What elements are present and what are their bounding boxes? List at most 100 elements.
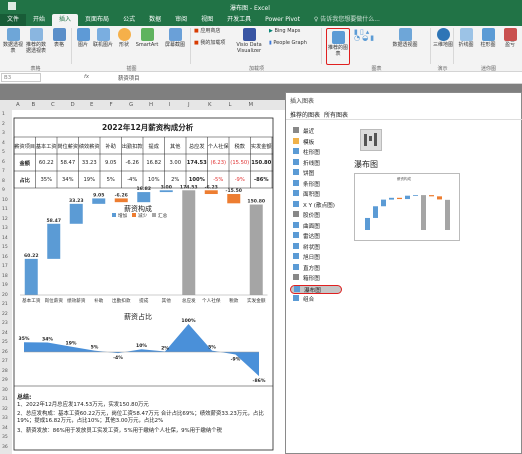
row-header[interactable]: 23 [2, 321, 8, 326]
screenshot-button[interactable]: 屏幕截图 [162, 28, 188, 48]
column-header-K[interactable]: K [208, 102, 212, 108]
tab-review[interactable]: 审阅 [168, 14, 194, 26]
bing-maps-button[interactable]: ▶ Bing Maps [269, 28, 321, 34]
tab-insert[interactable]: 插入 [52, 14, 79, 26]
chart-type-3[interactable]: 折线图 [290, 158, 342, 168]
fx-icon[interactable]: fx [84, 74, 89, 80]
pivot-chart-button[interactable]: 数据透视图 [391, 28, 419, 48]
visio-button[interactable]: Visio Data Visualizer [232, 28, 266, 54]
chart-type-13[interactable]: 直方图 [290, 263, 342, 273]
chart-type-8[interactable]: 股价图 [290, 211, 342, 220]
row-header[interactable]: 19 [2, 283, 8, 288]
row-header[interactable]: 1 [2, 112, 5, 117]
my-addins-button[interactable]: ■ 我的加载项 [194, 40, 232, 46]
chart-type-5[interactable]: 条形图 [290, 179, 342, 189]
chart-type-1[interactable]: 模板 [290, 137, 342, 147]
row-header[interactable]: 10 [2, 198, 8, 203]
row-header[interactable]: 29 [2, 378, 8, 383]
chart-type-6[interactable]: 面积图 [290, 190, 342, 199]
row-header[interactable]: 27 [2, 359, 8, 364]
column-header-M[interactable]: M [249, 102, 254, 108]
row-header[interactable]: 9 [2, 188, 5, 193]
sparkline-line-button[interactable]: 折线图 [456, 28, 476, 48]
sparkline-column-button[interactable]: 柱形图 [478, 28, 498, 48]
chart-type-12[interactable]: 旭日图 [290, 253, 342, 262]
online-pictures-button[interactable]: 联机图片 [92, 28, 114, 48]
tab-home[interactable]: 开始 [26, 14, 52, 26]
row-header[interactable]: 5 [2, 150, 5, 155]
people-graph-button[interactable]: ▮ People Graph [269, 40, 321, 46]
chart-type-2[interactable]: 柱形图 [290, 148, 342, 157]
row-header[interactable]: 8 [2, 179, 5, 184]
row-header[interactable]: 14 [2, 236, 8, 241]
save-icon[interactable] [8, 2, 16, 10]
row-header[interactable]: 31 [2, 397, 8, 402]
row-header[interactable]: 20 [2, 293, 8, 298]
column-header-J[interactable]: J [188, 102, 190, 108]
row-header[interactable]: 33 [2, 416, 8, 421]
column-header-D[interactable]: D [71, 102, 75, 108]
tab-view[interactable]: 视图 [194, 14, 220, 26]
3d-map-button[interactable]: 三维地图 [433, 28, 453, 48]
chart-type-10[interactable]: 雷达图 [290, 232, 342, 241]
pivot-table-button[interactable]: 数据透视表 [3, 28, 23, 54]
row-header[interactable]: 30 [2, 388, 8, 393]
row-header[interactable]: 6 [2, 160, 5, 165]
chart-type-11[interactable]: 树状图 [290, 242, 342, 252]
row-header[interactable]: 17 [2, 264, 8, 269]
row-header[interactable]: 36 [2, 445, 8, 450]
column-header-I[interactable]: I [169, 102, 171, 108]
row-header[interactable]: 16 [2, 255, 8, 260]
column-header-L[interactable]: L [229, 102, 232, 108]
row-header[interactable]: 15 [2, 245, 8, 250]
chart-type-0[interactable]: 最近 [290, 127, 342, 136]
row-header[interactable]: 21 [2, 302, 8, 307]
row-header[interactable]: 13 [2, 226, 8, 231]
chart-type-15[interactable]: 瀑布图 [290, 284, 342, 294]
row-header[interactable]: 26 [2, 350, 8, 355]
column-header-C[interactable]: C [51, 102, 55, 108]
row-header[interactable]: 22 [2, 312, 8, 317]
row-header[interactable]: 11 [2, 207, 8, 212]
column-header-F[interactable]: F [110, 102, 113, 108]
chart-type-9[interactable]: 曲面图 [290, 221, 342, 231]
row-header[interactable]: 24 [2, 331, 8, 336]
column-header-A[interactable]: A [16, 102, 20, 108]
chart-preview-thumbnail[interactable]: 薪资构成 [354, 173, 460, 241]
pictures-button[interactable]: 图片 [75, 28, 91, 48]
formula-input[interactable]: 薪资项目 [118, 74, 140, 82]
row-header[interactable]: 4 [2, 141, 5, 146]
worksheet[interactable]: 60.22 基本工资 58.47 岗位薪资 33.23 绩效薪资 9.05 补助 -6.26 出勤… [12, 110, 287, 454]
tab-file[interactable]: 文件 [0, 14, 27, 26]
tab-power-pivot[interactable]: Power Pivot [258, 14, 307, 26]
chart-type-4[interactable]: 饼图 [290, 169, 342, 178]
row-header[interactable]: 34 [2, 426, 8, 431]
row-header[interactable]: 12 [2, 217, 8, 222]
name-box[interactable]: B3 [1, 73, 41, 82]
column-header-B[interactable]: B [32, 102, 36, 108]
row-header[interactable]: 32 [2, 407, 8, 412]
row-header[interactable]: 25 [2, 340, 8, 345]
table-button[interactable]: 表格 [50, 28, 68, 48]
chart-type-7[interactable]: X Y (散点图) [290, 200, 342, 210]
waterfall-variant-icon[interactable] [360, 129, 382, 151]
tab-data[interactable]: 数据 [142, 14, 168, 26]
tab-page-layout[interactable]: 页面布局 [78, 14, 116, 26]
row-header[interactable]: 2 [2, 122, 5, 127]
row-header[interactable]: 35 [2, 435, 8, 440]
tab-developer[interactable]: 开发工具 [220, 14, 258, 26]
shapes-button[interactable]: 形状 [116, 28, 132, 48]
chart-type-16[interactable]: 组合 [290, 295, 342, 304]
tab-recommended-charts[interactable]: 推荐的图表 [290, 110, 320, 119]
recommended-charts-button[interactable]: 推荐的图表 [326, 28, 350, 65]
chart-type-icons[interactable]: ▮▯▴ ◔◒▮ [354, 29, 390, 42]
row-header[interactable]: 7 [2, 169, 5, 174]
row-header[interactable]: 18 [2, 274, 8, 279]
row-header[interactable]: 28 [2, 369, 8, 374]
tell-me-search[interactable]: ♀ 告诉我您想要做什么... [307, 14, 387, 26]
column-header-G[interactable]: G [129, 102, 133, 108]
row-header[interactable]: 3 [2, 131, 5, 136]
chart-type-14[interactable]: 箱形图 [290, 274, 342, 283]
recommended-pivot-button[interactable]: 推荐的数据透视表 [24, 28, 48, 54]
tab-formulas[interactable]: 公式 [116, 14, 142, 26]
